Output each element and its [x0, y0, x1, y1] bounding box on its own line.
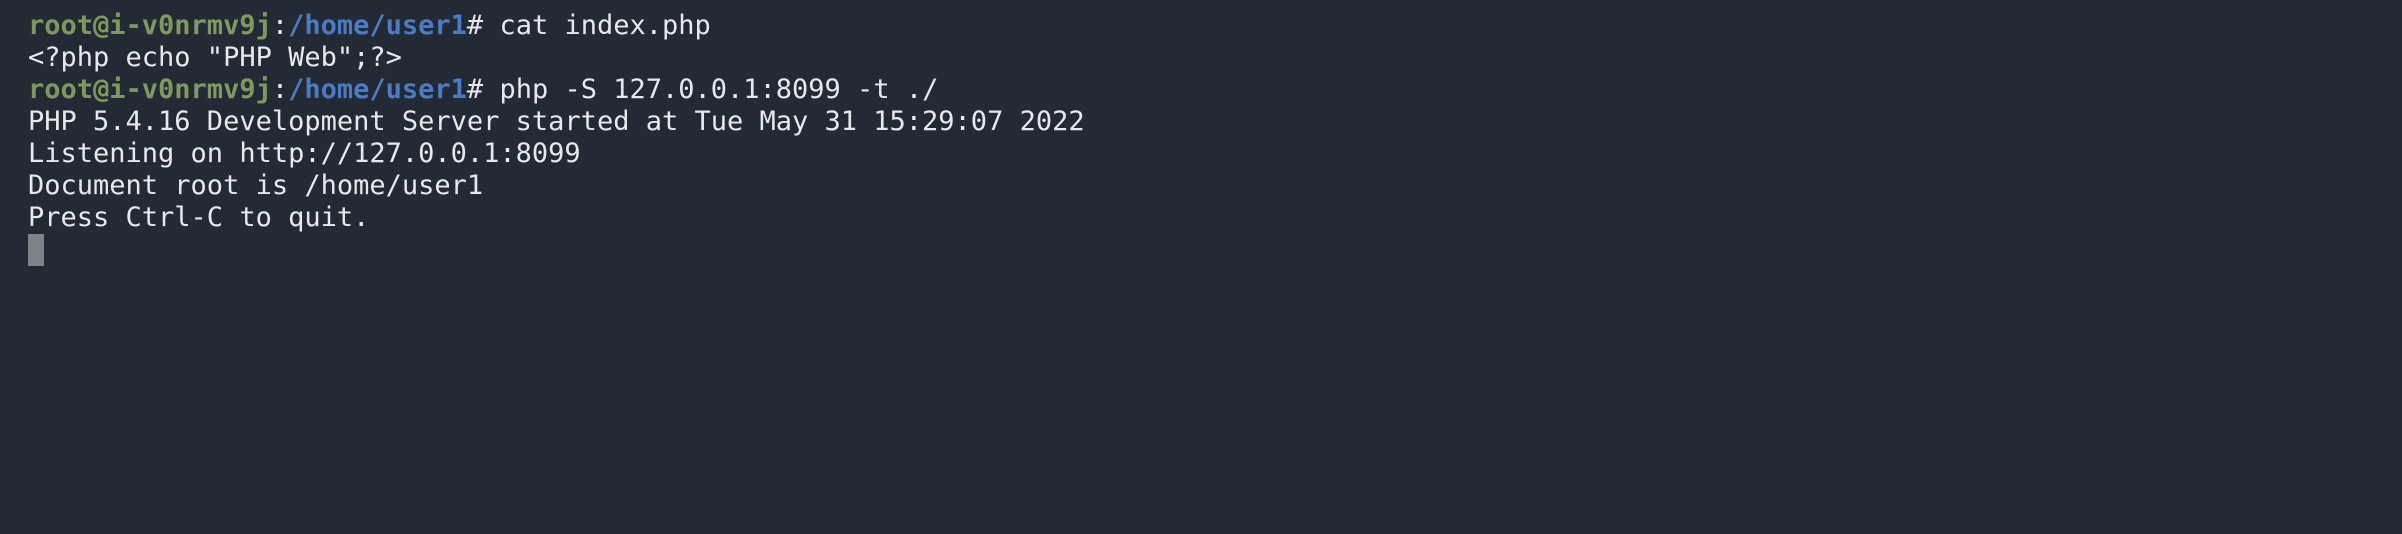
output-line: PHP 5.4.16 Development Server started at…	[28, 106, 1085, 137]
output-line: Document root is /home/user1	[28, 170, 484, 201]
prompt-symbol: #	[466, 10, 484, 41]
output-line: <?php echo "PHP Web";?>	[28, 42, 402, 73]
terminal-window[interactable]: root@i-v0nrmv9j:/home/user1# cat index.p…	[0, 0, 2402, 534]
prompt-user: root@i-v0nrmv9j	[28, 10, 272, 41]
prompt-line-1: root@i-v0nrmv9j:/home/user1# cat index.p…	[28, 10, 2374, 42]
prompt-separator: :	[271, 10, 289, 41]
prompt-user: root@i-v0nrmv9j	[28, 74, 272, 105]
output-line: Press Ctrl-C to quit.	[28, 202, 370, 233]
prompt-path: /home/user1	[288, 10, 467, 41]
output-line: Listening on http://127.0.0.1:8099	[28, 138, 581, 169]
input-line[interactable]	[28, 234, 2374, 266]
command-text: cat index.php	[483, 10, 711, 41]
text-cursor	[28, 234, 44, 266]
command-text: php -S 127.0.0.1:8099 -t ./	[483, 74, 939, 105]
prompt-separator: :	[271, 74, 289, 105]
prompt-symbol: #	[466, 74, 484, 105]
prompt-path: /home/user1	[288, 74, 467, 105]
prompt-line-2: root@i-v0nrmv9j:/home/user1# php -S 127.…	[28, 74, 2374, 106]
